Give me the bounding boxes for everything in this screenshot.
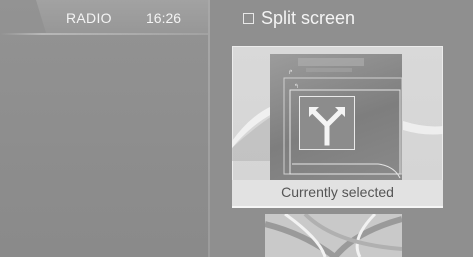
view-option-selected[interactable]: ↱ ↰ Currently selected xyxy=(232,46,443,208)
svg-text:↰: ↰ xyxy=(294,83,299,90)
audio-source-label[interactable]: RADIO xyxy=(66,10,112,26)
selection-underline xyxy=(232,206,443,208)
checkbox-unchecked-icon[interactable] xyxy=(243,12,254,24)
navigation-preview: ↱ ↰ xyxy=(270,54,403,180)
svg-text:↱: ↱ xyxy=(288,69,293,76)
status-bar: RADIO 16:26 xyxy=(0,0,208,35)
view-option-map[interactable] xyxy=(265,214,402,257)
left-panel: RADIO 16:26 xyxy=(0,0,208,257)
selected-caption: Currently selected xyxy=(281,184,394,200)
split-screen-label: Split screen xyxy=(261,7,356,28)
split-screen-option[interactable]: Split screen xyxy=(243,6,355,30)
decorative-swoosh-right xyxy=(403,121,443,135)
clock: 16:26 xyxy=(146,10,182,26)
fork-arrow-icon xyxy=(299,96,355,150)
status-tab xyxy=(36,0,208,33)
status-divider xyxy=(0,33,208,35)
decorative-swoosh-left xyxy=(232,106,272,161)
map-thumbnail xyxy=(265,214,402,257)
